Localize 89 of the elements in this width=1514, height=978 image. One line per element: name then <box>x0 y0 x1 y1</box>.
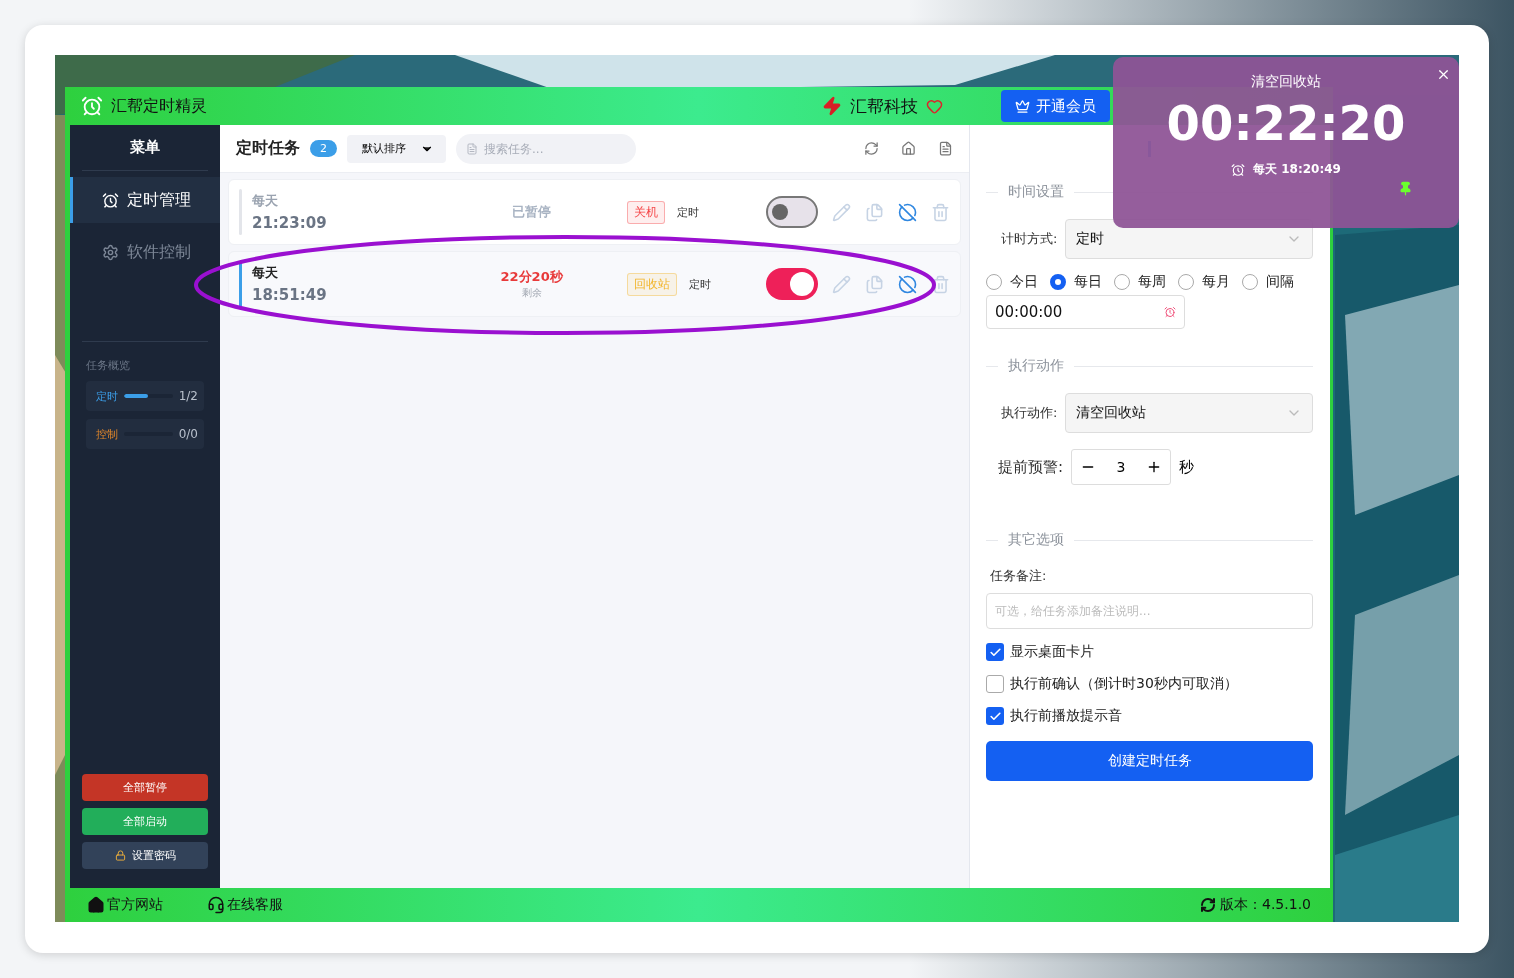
action-tag: 回收站 <box>626 272 677 296</box>
sidebar-item[interactable]: 定时管理 <box>70 177 220 223</box>
menu-heading: 菜单 <box>82 125 208 171</box>
field-label: 计时方式: <box>1000 230 1058 248</box>
sidebar-button[interactable]: 设置密码 <box>82 842 208 869</box>
radio-option[interactable]: 间隔 <box>1242 273 1294 291</box>
crown-icon <box>1015 98 1030 114</box>
card-title: 清空回收站 <box>1251 73 1321 91</box>
field-label: 任务备注: <box>989 567 1048 585</box>
radio-option[interactable]: 每日 <box>1050 273 1102 291</box>
field-label: 执行动作: <box>1000 404 1058 422</box>
lightning-logo-icon <box>822 96 842 116</box>
gear-icon <box>102 243 119 261</box>
card-schedule: 每天 18:20:49 <box>1253 161 1341 178</box>
task-repeat: 每天 <box>252 192 279 210</box>
vip-button[interactable]: 开通会员 <box>1001 90 1110 122</box>
task-time: 18:51:49 <box>252 286 327 304</box>
task-row[interactable]: 每天 21:23:09 已暂停 关机 定时 <box>228 179 961 245</box>
check-icon <box>988 709 1002 723</box>
checkbox-option[interactable]: 执行前播放提示音 <box>986 707 1313 725</box>
overview-label: 控制 <box>96 426 118 442</box>
footer-link[interactable]: 在线客服 <box>207 896 283 914</box>
delete-icon[interactable] <box>931 274 950 294</box>
brand-name: 汇帮科技 <box>850 94 918 118</box>
section-title: 其它选项 <box>1008 531 1064 549</box>
checkbox-option[interactable]: 显示桌面卡片 <box>986 643 1313 661</box>
alarm-clock-icon <box>1231 162 1246 177</box>
panel-title: 定时任务 <box>236 138 300 159</box>
home-icon[interactable] <box>901 141 916 156</box>
checkbox[interactable] <box>986 643 1004 661</box>
countdown-time: 00:22:20 <box>1166 94 1406 153</box>
unit-label: 秒 <box>1179 457 1195 477</box>
task-mode: 定时 <box>676 204 699 220</box>
lock-icon <box>114 850 126 861</box>
number-stepper[interactable]: 3 <box>1071 449 1172 485</box>
overview-label: 定时 <box>96 388 118 404</box>
task-status: 22分20秒 <box>500 268 563 286</box>
task-row[interactable]: 每天 18:51:49 22分20秒 剩余 回收站 定时 <box>228 251 961 317</box>
sort-dropdown[interactable]: 默认排序 <box>347 134 446 163</box>
refresh-icon <box>1200 897 1216 913</box>
sidebar-item[interactable]: 软件控制 <box>70 229 220 275</box>
radio-icon[interactable] <box>1114 274 1130 290</box>
refresh-icon[interactable] <box>864 141 879 156</box>
radio-option[interactable]: 每周 <box>1114 273 1166 291</box>
note-field[interactable]: 可选，给任务添加备注说明... <box>986 593 1313 629</box>
overview-count: 1/2 <box>178 389 198 403</box>
home-icon <box>87 896 105 914</box>
task-count: 2 <box>310 140 337 157</box>
task-mode: 定时 <box>688 276 711 292</box>
toggle-switch[interactable] <box>766 196 818 228</box>
radio-icon[interactable] <box>1242 274 1258 290</box>
checkbox[interactable] <box>986 675 1004 693</box>
section-title: 执行动作 <box>1008 357 1064 375</box>
radio-option[interactable]: 每月 <box>1178 273 1230 291</box>
app-title: 汇帮定时精灵 <box>111 95 207 117</box>
create-task-button[interactable]: 创建定时任务 <box>986 741 1313 781</box>
check-icon <box>988 645 1002 659</box>
heart-icon <box>926 97 943 115</box>
sidebar-button[interactable]: 全部暂停 <box>82 774 208 801</box>
checkbox[interactable] <box>986 707 1004 725</box>
alarm-clock-icon <box>102 191 119 209</box>
headset-icon <box>207 896 225 914</box>
app-logo-icon <box>81 95 103 117</box>
time-field[interactable]: 00:00:00 <box>986 295 1185 329</box>
version-text: 版本：4.5.1.0 <box>1220 896 1311 914</box>
footer-link[interactable]: 官方网站 <box>87 896 163 914</box>
radio-icon[interactable] <box>1178 274 1194 290</box>
document-icon <box>466 142 478 155</box>
checkbox-option[interactable]: 执行前确认（倒计时30秒内可取消） <box>986 675 1313 693</box>
disable-icon[interactable] <box>898 202 917 222</box>
close-icon[interactable] <box>1436 67 1451 82</box>
field-label: 提前预警: <box>997 457 1064 477</box>
pin-icon[interactable] <box>1398 181 1413 196</box>
section-title: 时间设置 <box>1008 183 1064 201</box>
radio-icon[interactable] <box>1050 274 1066 290</box>
toggle-switch[interactable] <box>766 268 818 300</box>
alarm-clock-icon <box>1164 306 1176 318</box>
disable-icon[interactable] <box>898 274 917 294</box>
task-time: 21:23:09 <box>252 214 327 232</box>
search-field[interactable]: 搜索任务... <box>456 133 636 164</box>
document-icon[interactable] <box>938 141 953 156</box>
task-repeat: 每天 <box>252 264 279 282</box>
overview-title: 任务概览 <box>86 358 131 373</box>
status-note: 剩余 <box>521 286 542 300</box>
task-status: 已暂停 <box>512 203 552 221</box>
overview-count: 0/0 <box>178 427 198 441</box>
radio-option[interactable]: 今日 <box>986 273 1038 291</box>
action-select[interactable]: 清空回收站 <box>1065 393 1313 433</box>
action-tag: 关机 <box>626 200 665 224</box>
